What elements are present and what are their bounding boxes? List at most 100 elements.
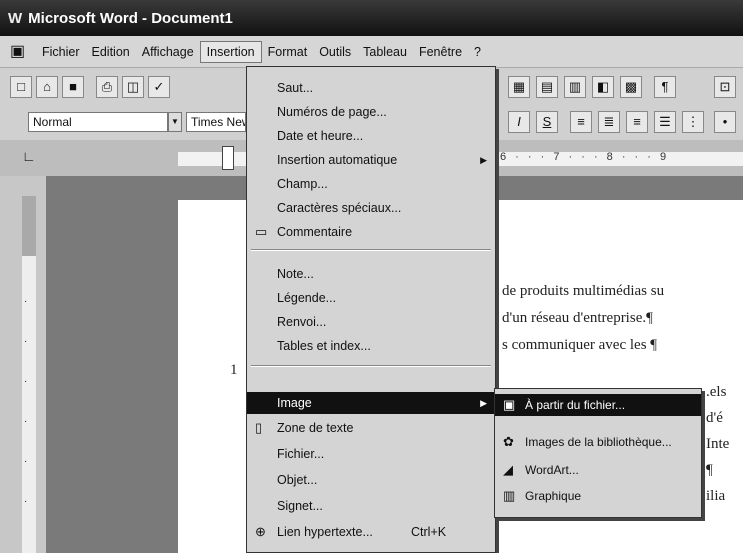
window-title: Microsoft Word - Document1 (28, 9, 233, 27)
document-line[interactable]: ¶ (706, 462, 713, 479)
style-dropdown-icon[interactable]: ▼ (168, 112, 182, 132)
menu-item-label: Champ... (277, 177, 328, 191)
tab-stop-icon[interactable]: ∟ (22, 148, 36, 164)
vruler-margin (22, 196, 36, 256)
menu-outils[interactable]: Outils (313, 42, 357, 62)
indent-marker[interactable] (222, 146, 234, 170)
submenu-item-from-file[interactable]: ▣ À partir du fichier... (495, 394, 701, 416)
menu-item-commentaire[interactable]: ▭ Commentaire (247, 221, 495, 243)
menu-item-label: Image (277, 396, 312, 410)
menu-item-label: Tables et index... (277, 339, 371, 353)
menu-item-label: Insertion automatique (277, 153, 398, 167)
menu-help[interactable]: ? (468, 42, 487, 62)
new-document-icon[interactable]: □ (10, 76, 32, 98)
document-line[interactable]: d'un réseau d'entreprise.¶ (502, 310, 653, 327)
menu-item-zone-texte[interactable]: ▯ Zone de texte (247, 417, 495, 439)
menu-edition[interactable]: Edition (86, 42, 136, 62)
map-icon[interactable]: ▩ (620, 76, 642, 98)
menu-tableau[interactable]: Tableau (357, 42, 413, 62)
underline-button[interactable]: S (536, 111, 558, 133)
menu-insertion[interactable]: Insertion (199, 40, 262, 63)
preview-icon[interactable]: ◫ (122, 76, 144, 98)
submenu-item-label: Graphique (525, 489, 582, 503)
from-file-icon: ▣ (503, 397, 516, 412)
menu-item-label: Lien hypertexte... (277, 525, 373, 539)
menu-affichage[interactable]: Affichage (136, 42, 200, 62)
document-line[interactable]: de produits multimédias su (502, 283, 664, 300)
menu-item-label: Zone de texte (277, 421, 354, 435)
italic-button[interactable]: I (508, 111, 530, 133)
menu-item-label: Renvoi... (277, 315, 327, 329)
menu-item-label: Note... (277, 267, 314, 281)
insertion-menu: Saut... Numéros de page... Date et heure… (246, 66, 496, 553)
menu-item-lien-hypertexte[interactable]: ⊕ Lien hypertexte... Ctrl+K (247, 521, 495, 543)
menu-item-label: Date et heure... (277, 129, 364, 143)
document-line[interactable]: ilia (706, 488, 725, 505)
document-icon[interactable]: ▣ (10, 42, 30, 62)
document-line[interactable]: s communiquer avec les ¶ (502, 337, 657, 354)
save-icon[interactable]: ■ (62, 76, 84, 98)
menu-item-numeros-page[interactable]: Numéros de page... (247, 101, 495, 123)
menu-item-saut[interactable]: Saut... (247, 77, 495, 99)
menu-item-signet[interactable]: Signet... (247, 495, 495, 517)
submenu-item-label: WordArt... (525, 463, 579, 477)
vruler-tick: · (24, 496, 28, 507)
open-folder-icon[interactable]: ⌂ (36, 76, 58, 98)
menu-item-fichier[interactable]: Fichier... (247, 443, 495, 465)
menu-fichier[interactable]: Fichier (36, 42, 86, 62)
numbering-icon[interactable]: ⋮ (682, 111, 704, 133)
vruler-tick: · (24, 296, 28, 307)
menu-item-label: Numéros de page... (277, 105, 387, 119)
submenu-item-label: À partir du fichier... (525, 398, 626, 412)
drawing-icon[interactable]: ◧ (592, 76, 614, 98)
menu-fenetre[interactable]: Fenêtre (413, 42, 468, 62)
menu-item-insertion-auto[interactable]: Insertion automatique ▶ (247, 149, 495, 171)
submenu-arrow-icon: ▶ (480, 398, 487, 408)
font-select[interactable]: Times New Roman (186, 112, 246, 132)
menu-item-note[interactable]: Note... (247, 263, 495, 285)
submenu-item-graphique[interactable]: ▥ Graphique (495, 485, 701, 507)
align-left-icon[interactable]: ≡ (570, 111, 592, 133)
document-line[interactable]: 1 (230, 362, 238, 379)
vertical-ruler[interactable]: · · · · · · (0, 176, 47, 553)
menu-item-image[interactable]: Image ▶ (247, 392, 495, 414)
menu-item-renvoi[interactable]: Renvoi... (247, 311, 495, 333)
comment-icon: ▭ (255, 224, 268, 239)
submenu-item-wordart[interactable]: ◢ WordArt... (495, 459, 701, 481)
table-icon[interactable]: ▦ (508, 76, 530, 98)
word-app-icon: W (8, 9, 23, 27)
menu-format[interactable]: Format (262, 42, 314, 62)
menu-item-label: Commentaire (277, 225, 353, 239)
insert-table-icon[interactable]: ▤ (536, 76, 558, 98)
document-line[interactable]: Inte (706, 436, 729, 453)
zoom-icon[interactable]: ⊡ (714, 76, 736, 98)
submenu-item-clipart[interactable]: ✿ Images de la bibliothèque... (495, 431, 701, 453)
columns-icon[interactable]: ▥ (564, 76, 586, 98)
justify-icon[interactable]: ☰ (654, 111, 676, 133)
menu-item-caracteres-speciaux[interactable]: Caractères spéciaux... (247, 197, 495, 219)
menu-item-label: Légende... (277, 291, 337, 305)
menu-item-date-heure[interactable]: Date et heure... (247, 125, 495, 147)
spellcheck-icon[interactable]: ✓ (148, 76, 170, 98)
image-submenu: ▣ À partir du fichier... ✿ Images de la bi… (494, 388, 702, 518)
menu-bar: ▣ Fichier Edition Affichage Insertion Fo… (0, 36, 743, 68)
menu-item-shortcut: Ctrl+K (411, 525, 447, 539)
show-hide-icon[interactable]: ¶ (654, 76, 676, 98)
chart-icon: ▥ (503, 488, 516, 503)
menu-item-tables-index[interactable]: Tables et index... (247, 335, 495, 357)
align-center-icon[interactable]: ≣ (598, 111, 620, 133)
ruler-numbers: 6 · · · 7 · · · 8 · · · 9 (500, 151, 670, 163)
document-line[interactable]: .els (706, 384, 726, 401)
vruler-tick: · (24, 456, 28, 467)
menu-item-legende[interactable]: Légende... (247, 287, 495, 309)
align-right-icon[interactable]: ≡ (626, 111, 648, 133)
print-icon[interactable]: ⎙ (96, 76, 118, 98)
style-select[interactable]: Normal (28, 112, 168, 132)
textbox-icon: ▯ (255, 420, 263, 435)
document-line[interactable]: d'é (706, 410, 723, 427)
wordart-icon: ◢ (503, 462, 513, 477)
clipart-icon: ✿ (503, 434, 514, 449)
menu-item-champ[interactable]: Champ... (247, 173, 495, 195)
menu-item-objet[interactable]: Objet... (247, 469, 495, 491)
bullets-icon[interactable]: • (714, 111, 736, 133)
